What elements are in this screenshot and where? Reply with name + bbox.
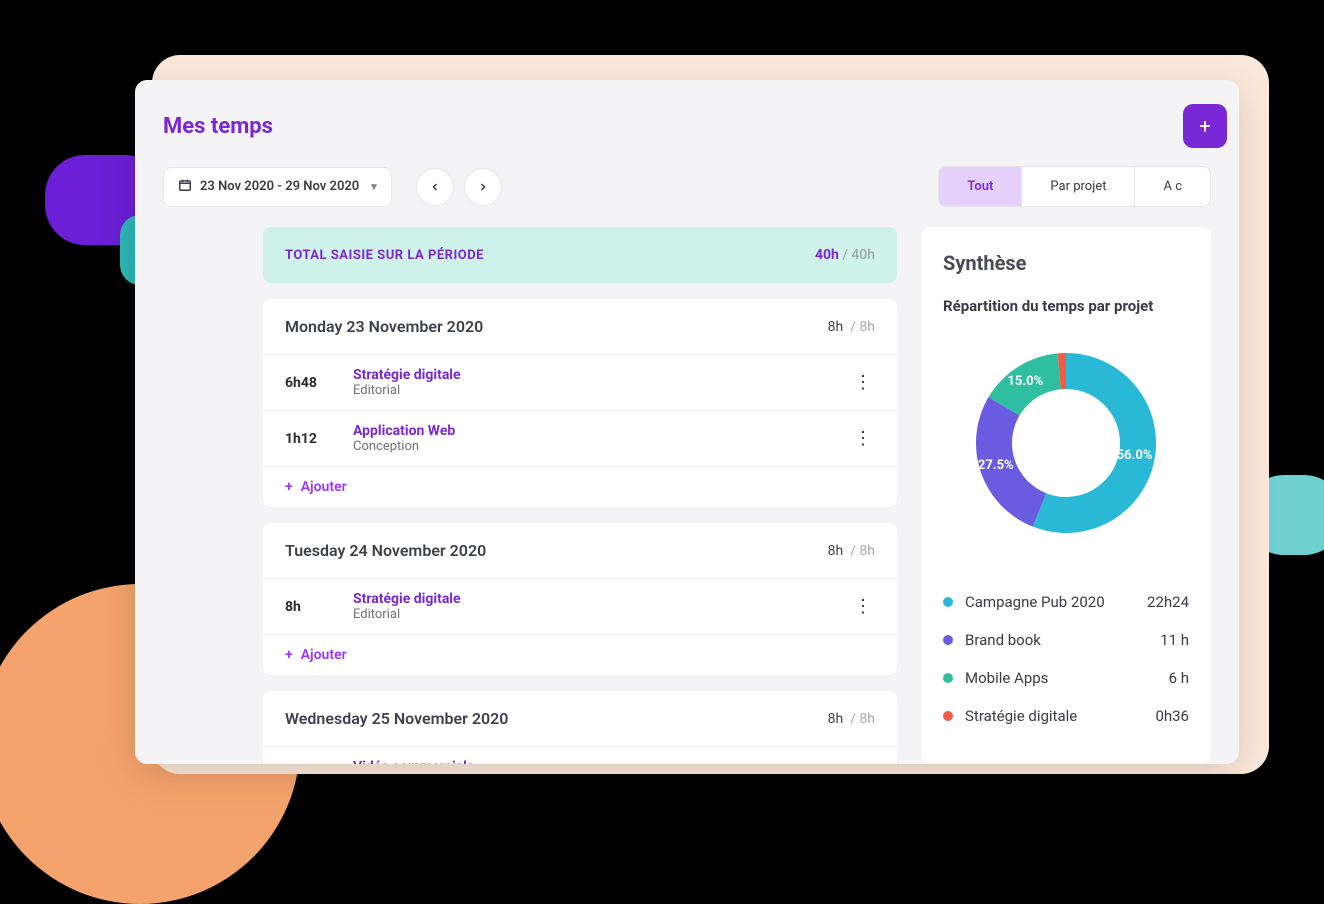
- period-total-banner: TOTAL SAISIE SUR LA PÉRIODE 40h / 40h: [263, 227, 897, 283]
- day-card: Wednesday 25 November 2020 8h / 8h 4h48 …: [263, 691, 897, 764]
- day-total: 8h / 8h: [828, 711, 875, 727]
- synthesis-subtitle: Répartition du temps par projet: [943, 297, 1189, 315]
- add-button[interactable]: +: [1183, 104, 1227, 148]
- legend-color-dot: [943, 711, 953, 721]
- view-tab[interactable]: Par projet: [1022, 167, 1135, 206]
- time-entry-row: 1h12 Application Web Conception: [263, 410, 897, 466]
- add-entry-button[interactable]: + Ajouter: [263, 466, 897, 507]
- entry-duration: 8h: [285, 599, 331, 615]
- legend-value: 22h24: [1147, 593, 1189, 611]
- entry-menu-button[interactable]: [851, 595, 875, 619]
- day-total: 8h / 8h: [828, 319, 875, 335]
- entry-info: Stratégie digitale Editorial: [353, 367, 829, 398]
- entry-project: Stratégie digitale: [353, 591, 829, 607]
- day-header: Wednesday 25 November 2020 8h / 8h: [263, 691, 897, 746]
- timesheet-column: TOTAL SAISIE SUR LA PÉRIODE 40h / 40h Mo…: [163, 227, 897, 764]
- view-tab[interactable]: Tout: [939, 167, 1022, 206]
- legend-item: Campagne Pub 2020 22h24: [943, 583, 1189, 621]
- plus-icon: +: [285, 647, 293, 663]
- plus-icon: +: [285, 479, 293, 495]
- content-columns: TOTAL SAISIE SUR LA PÉRIODE 40h / 40h Mo…: [135, 227, 1239, 764]
- next-week-button[interactable]: [464, 168, 502, 206]
- add-entry-button[interactable]: + Ajouter: [263, 634, 897, 675]
- legend-color-dot: [943, 597, 953, 607]
- add-entry-label: Ajouter: [301, 479, 347, 495]
- chevron-down-icon: [367, 179, 377, 194]
- day-title: Monday 23 November 2020: [285, 317, 483, 336]
- legend-value: 6 h: [1169, 669, 1189, 687]
- entry-duration: 1h12: [285, 431, 331, 447]
- page-title: Mes temps: [163, 114, 273, 139]
- entry-info: Application Web Conception: [353, 423, 829, 454]
- entry-menu-button[interactable]: [851, 763, 875, 765]
- plus-icon: +: [1199, 114, 1210, 138]
- legend-item: Stratégie digitale 0h36: [943, 697, 1189, 735]
- week-nav: [416, 168, 502, 206]
- legend-item: Mobile Apps 6 h: [943, 659, 1189, 697]
- synthesis-title: Synthèse: [943, 251, 1189, 275]
- day-header: Monday 23 November 2020 8h / 8h: [263, 299, 897, 354]
- entry-task: Editorial: [353, 383, 829, 398]
- entry-info: Stratégie digitale Editorial: [353, 591, 829, 622]
- legend-name: Stratégie digitale: [965, 707, 1155, 725]
- entry-duration: 6h48: [285, 375, 331, 391]
- toolbar: 23 Nov 2020 - 29 Nov 2020 ToutPar projet…: [135, 158, 1239, 227]
- day-title: Tuesday 24 November 2020: [285, 541, 486, 560]
- entry-task: Conception: [353, 439, 829, 454]
- time-entry-row: 8h Stratégie digitale Editorial: [263, 578, 897, 634]
- legend-name: Campagne Pub 2020: [965, 593, 1147, 611]
- view-tabs: ToutPar projetA c: [938, 166, 1211, 207]
- entry-project: Application Web: [353, 423, 829, 439]
- entry-task: Editorial: [353, 607, 829, 622]
- legend-item: Brand book 11 h: [943, 621, 1189, 659]
- time-entry-row: 6h48 Stratégie digitale Editorial: [263, 354, 897, 410]
- date-range-picker[interactable]: 23 Nov 2020 - 29 Nov 2020: [163, 167, 392, 207]
- day-card: Monday 23 November 2020 8h / 8h 6h48 Str…: [263, 299, 897, 507]
- app-window: Mes temps + 23 Nov 2020 - 29 Nov 2020: [135, 80, 1239, 764]
- legend-name: Brand book: [965, 631, 1160, 649]
- chart-legend: Campagne Pub 2020 22h24 Brand book 11 h …: [943, 583, 1189, 735]
- toolbar-left: 23 Nov 2020 - 29 Nov 2020: [163, 167, 502, 207]
- calendar-icon: [178, 178, 192, 196]
- day-title: Wednesday 25 November 2020: [285, 709, 508, 728]
- day-card: Tuesday 24 November 2020 8h / 8h 8h Stra…: [263, 523, 897, 675]
- legend-value: 0h36: [1155, 707, 1189, 725]
- date-range-label: 23 Nov 2020 - 29 Nov 2020: [200, 179, 359, 194]
- legend-value: 11 h: [1160, 631, 1189, 649]
- entry-menu-button[interactable]: [851, 427, 875, 451]
- period-total-label: TOTAL SAISIE SUR LA PÉRIODE: [285, 248, 484, 263]
- donut-slice-label: 56.0%: [1117, 448, 1153, 463]
- legend-color-dot: [943, 673, 953, 683]
- view-tab[interactable]: A c: [1135, 167, 1210, 206]
- entry-project: Stratégie digitale: [353, 367, 829, 383]
- donut-chart: 56.0% 27.5% 15.0%: [943, 333, 1189, 553]
- legend-color-dot: [943, 635, 953, 645]
- time-entry-row: 4h48 Vidéo commerciale Illustration: [263, 746, 897, 764]
- add-entry-label: Ajouter: [301, 647, 347, 663]
- entry-project: Vidéo commerciale: [353, 759, 829, 764]
- page-header: Mes temps +: [135, 80, 1239, 158]
- prev-week-button[interactable]: [416, 168, 454, 206]
- legend-name: Mobile Apps: [965, 669, 1169, 687]
- period-total-value: 40h / 40h: [815, 247, 875, 263]
- synthesis-column: Synthèse Répartition du temps par projet…: [921, 227, 1211, 764]
- entry-menu-button[interactable]: [851, 371, 875, 395]
- donut-slice-label: 27.5%: [978, 458, 1014, 473]
- day-total: 8h / 8h: [828, 543, 875, 559]
- donut-slice-label: 15.0%: [1007, 374, 1043, 389]
- day-header: Tuesday 24 November 2020 8h / 8h: [263, 523, 897, 578]
- entry-info: Vidéo commerciale Illustration: [353, 759, 829, 764]
- synthesis-card: Synthèse Répartition du temps par projet…: [921, 227, 1211, 764]
